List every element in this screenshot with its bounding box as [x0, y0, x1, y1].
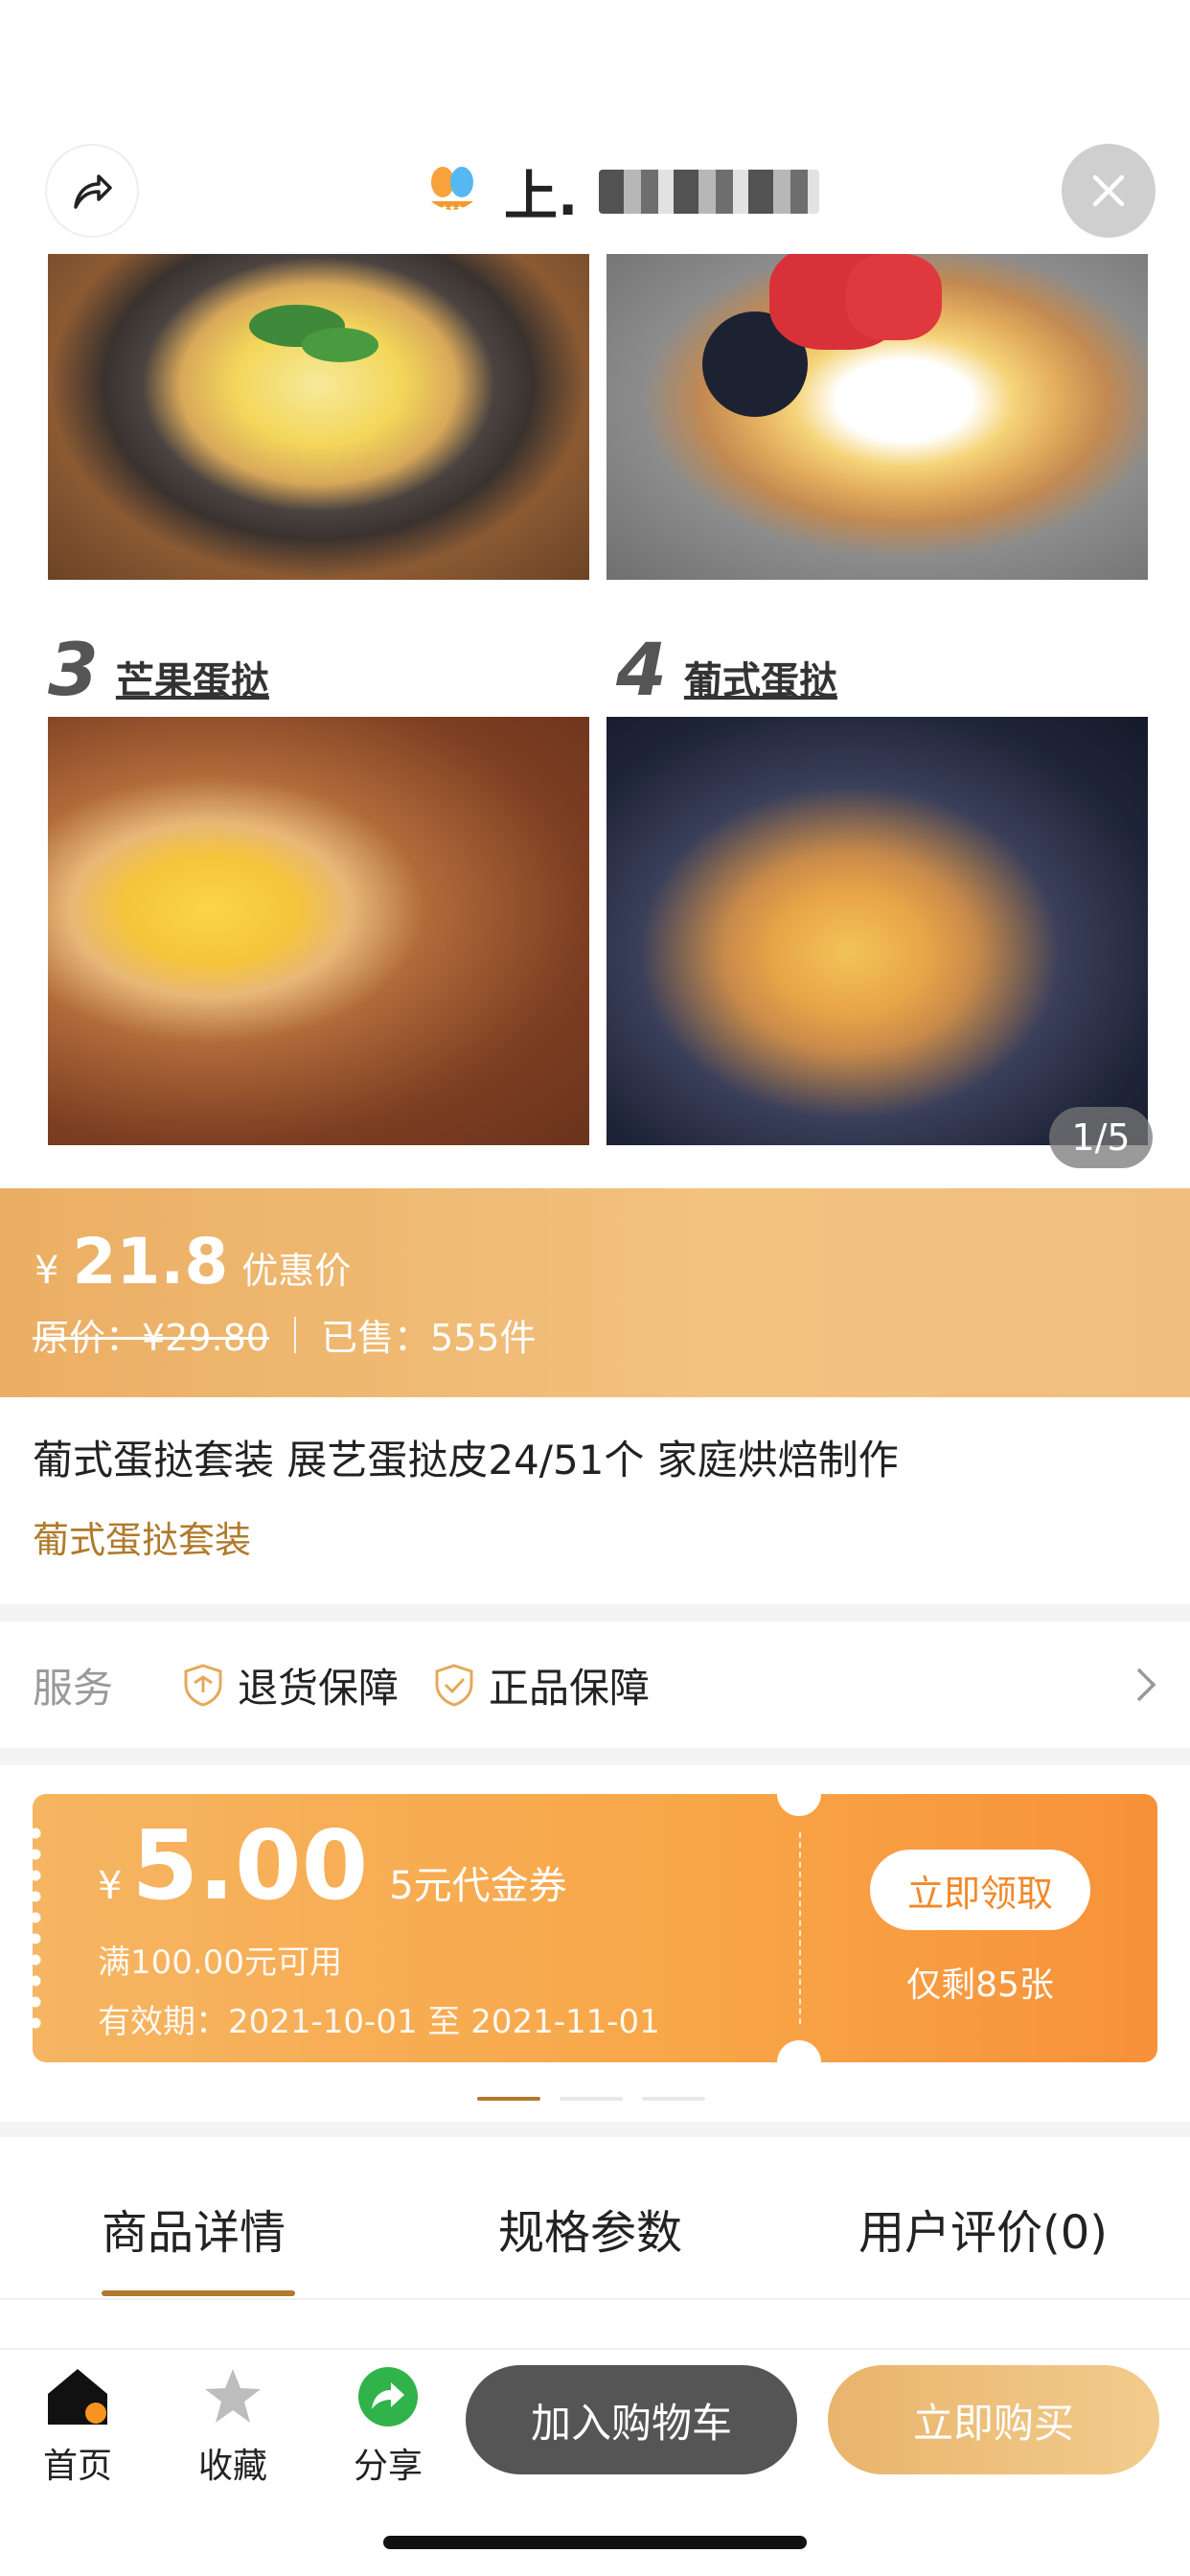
page-dot — [642, 2097, 705, 2101]
price-banner: ¥ 21.8 优惠价 原价：¥29.80 已售：555件 — [0, 1188, 1190, 1397]
coupon-carousel[interactable]: ¥ 5.00 5元代金券 满100.00元可用 有效期：2021-10-01 至… — [0, 1765, 1190, 2122]
coupon-perforation — [33, 1823, 44, 2034]
coupon-currency: ¥ — [98, 1864, 123, 1908]
service-item-label: 正品保障 — [489, 1664, 651, 1712]
nav-home[interactable]: 首页 — [25, 2365, 130, 2488]
product-subtitle: 葡式蛋挞套装 — [33, 1519, 252, 1561]
buy-now-button[interactable]: 立即购买 — [828, 2365, 1159, 2474]
star-icon — [205, 2369, 261, 2423]
store-name: 上. — [504, 165, 579, 228]
product-image-1 — [48, 254, 589, 580]
product-title-block: 葡式蛋挞套装 展艺蛋挞皮24/51个 家庭烘焙制作 葡式蛋挞套装 — [0, 1397, 1190, 1604]
add-to-cart-button[interactable]: 加入购物车 — [466, 2365, 797, 2474]
product-image-carousel[interactable]: 3 芒果蛋挞 4 葡式蛋挞 1/5 — [0, 254, 1190, 1188]
coupon-amount: 5.00 — [131, 1809, 369, 1921]
tab-user-reviews[interactable]: 用户评价(0) — [858, 2195, 1108, 2262]
close-icon — [1092, 174, 1125, 207]
return-shield-icon — [184, 1664, 222, 1707]
current-price: 21.8 — [72, 1225, 229, 1299]
home-icon — [48, 2369, 107, 2425]
nav-label: 收藏 — [197, 2447, 267, 2486]
service-genuine: 正品保障 — [433, 1656, 650, 1714]
service-row[interactable]: 服务 退货保障 正品保障 — [0, 1622, 1190, 1748]
service-item-label: 退货保障 — [238, 1664, 400, 1712]
coupon-condition: 满100.00元可用 — [98, 1944, 342, 1982]
section-divider — [0, 2122, 1190, 2137]
page-dot-active — [477, 2097, 540, 2101]
blurred-store-name — [599, 170, 820, 214]
share-arrow-icon — [74, 174, 112, 209]
section-divider — [0, 1748, 1190, 1765]
currency-symbol: ¥ — [34, 1249, 59, 1293]
page-dot — [560, 2097, 623, 2101]
price-divider — [293, 1316, 296, 1353]
tab-specifications[interactable]: 规格参数 — [498, 2195, 682, 2262]
active-tab-indicator — [102, 2290, 295, 2296]
gallery-caption-3: 3 芒果蛋挞 — [48, 630, 269, 706]
share-button[interactable] — [45, 144, 139, 238]
gallery-caption-label[interactable]: 葡式蛋挞 — [684, 656, 837, 706]
close-button[interactable] — [1062, 144, 1156, 238]
coupon-remaining: 仅剩85张 — [906, 1966, 1054, 2005]
nav-share[interactable]: 分享 — [335, 2365, 441, 2488]
coupon-notch — [777, 2040, 821, 2062]
gallery-caption-number: 4 — [616, 627, 667, 712]
coupon-notch — [777, 1794, 821, 1816]
coupon-name: 5元代金券 — [389, 1864, 567, 1908]
top-header: ★★★ 上. — [0, 0, 1190, 254]
product-image-2 — [606, 254, 1148, 580]
service-label: 服务 — [33, 1664, 114, 1712]
coupon-card: ¥ 5.00 5元代金券 满100.00元可用 有效期：2021-10-01 至… — [33, 1794, 1157, 2062]
share-icon — [358, 2367, 418, 2426]
gallery-caption-4: 4 葡式蛋挞 — [616, 630, 837, 706]
nav-label: 分享 — [353, 2447, 423, 2486]
genuine-shield-icon — [435, 1664, 473, 1707]
original-price: 原价：¥29.80 — [33, 1317, 269, 1359]
butterfly-logo-icon: ★★★ — [422, 161, 483, 222]
gallery-caption-label[interactable]: 芒果蛋挞 — [116, 656, 269, 706]
section-divider — [0, 1604, 1190, 1622]
coupon-validity: 有效期：2021-10-01 至 2021-11-01 — [98, 2003, 660, 2041]
chevron-right-icon — [1136, 1668, 1156, 1702]
service-return: 退货保障 — [182, 1656, 399, 1714]
claim-coupon-button[interactable]: 立即领取 — [870, 1850, 1090, 1930]
nav-favorite[interactable]: 收藏 — [180, 2365, 286, 2488]
coupon-divider — [799, 1832, 801, 2024]
tab-product-details[interactable]: 商品详情 — [102, 2195, 286, 2262]
product-title: 葡式蛋挞套装 展艺蛋挞皮24/51个 家庭烘焙制作 — [33, 1437, 899, 1484]
gallery-caption-number: 3 — [48, 627, 99, 712]
carousel-pager: 1/5 — [1049, 1107, 1153, 1168]
store-header[interactable]: ★★★ 上. — [422, 161, 820, 228]
nav-label: 首页 — [42, 2447, 112, 2486]
product-image-4 — [606, 717, 1148, 1145]
price-tag: 优惠价 — [241, 1250, 352, 1292]
product-image-3 — [48, 717, 589, 1145]
svg-text:★★★: ★★★ — [441, 204, 464, 214]
home-indicator — [383, 2536, 807, 2549]
coupon-page-indicator — [477, 2097, 705, 2101]
sold-count: 已售：555件 — [320, 1317, 537, 1359]
detail-tabs: 商品详情 规格参数 用户评价(0) — [0, 2137, 1190, 2300]
